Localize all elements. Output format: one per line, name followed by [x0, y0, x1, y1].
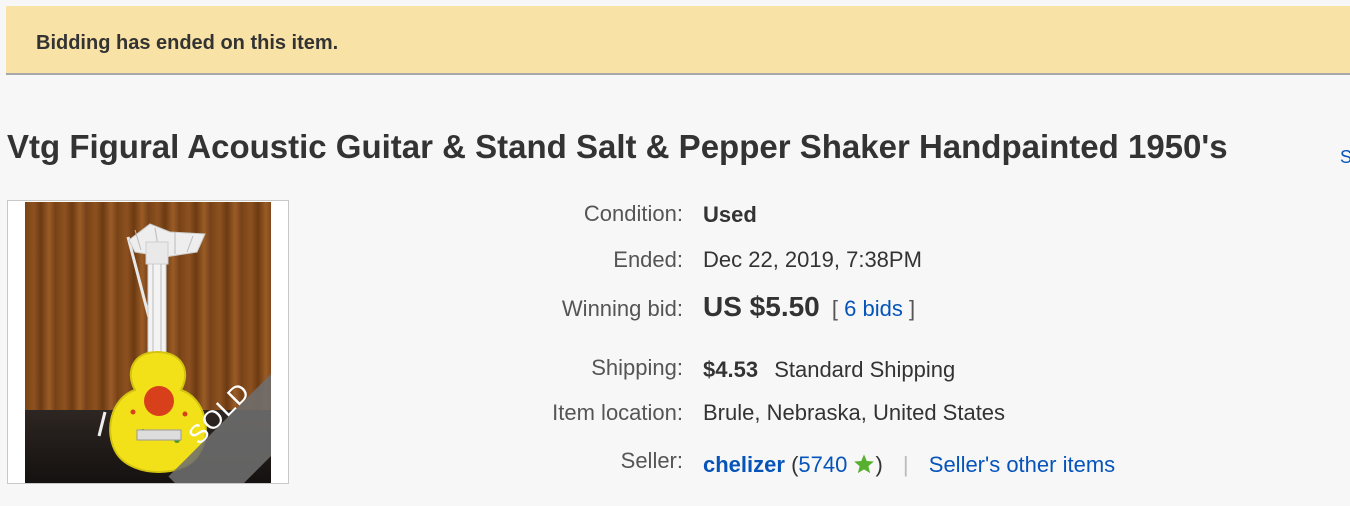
bid-count-close: ]: [908, 296, 916, 321]
seller-name-link[interactable]: chelizer: [703, 452, 785, 477]
seller-other-items-link[interactable]: Seller's other items: [929, 452, 1115, 477]
item-photo[interactable]: [25, 202, 271, 483]
ended-time: , 7:38PM: [833, 247, 922, 272]
winning-bid-label: Winning bid:: [561, 296, 683, 321]
ended-label: Ended:: [613, 247, 683, 272]
shipping-method: Standard Shipping: [774, 357, 956, 382]
title-overflow-link[interactable]: S: [1340, 147, 1350, 168]
ended-date: Dec 22, 2019: [703, 247, 834, 272]
condition-label: Condition:: [583, 201, 683, 226]
seller-feedback-link[interactable]: 5740: [798, 452, 847, 477]
seller-feedback-close: ): [875, 452, 883, 477]
winning-bid-amount: US $5.50: [703, 291, 820, 322]
status-banner-text: Bidding has ended on this item.: [36, 32, 339, 54]
item-title: Vtg Figural Acoustic Guitar & Stand Salt…: [7, 128, 1228, 165]
seller-separator: |: [902, 452, 909, 477]
winning-bid-value: US $5.50 [ 6 bids ]: [703, 291, 915, 323]
bid-count-open: [: [831, 296, 838, 321]
bid-history-link[interactable]: 6 bids: [844, 296, 903, 321]
shipping-label: Shipping:: [591, 355, 683, 380]
shipping-cost: $4.53: [703, 357, 759, 382]
ended-value: Dec 22, 2019, 7:38PM: [703, 247, 922, 273]
shipping-value: $4.53 Standard Shipping: [703, 357, 955, 383]
star-icon: [854, 454, 875, 474]
item-location-label: Item location:: [552, 400, 683, 425]
condition-value: Used: [703, 202, 757, 227]
item-photo-frame[interactable]: [7, 200, 289, 484]
status-banner: Bidding has ended on this item.: [6, 6, 1350, 75]
item-location-value: Brule, Nebraska, United States: [703, 400, 1006, 425]
seller-info: chelizer (5740 ) | Seller's other items: [703, 452, 1115, 478]
seller-label: Seller:: [620, 448, 683, 473]
